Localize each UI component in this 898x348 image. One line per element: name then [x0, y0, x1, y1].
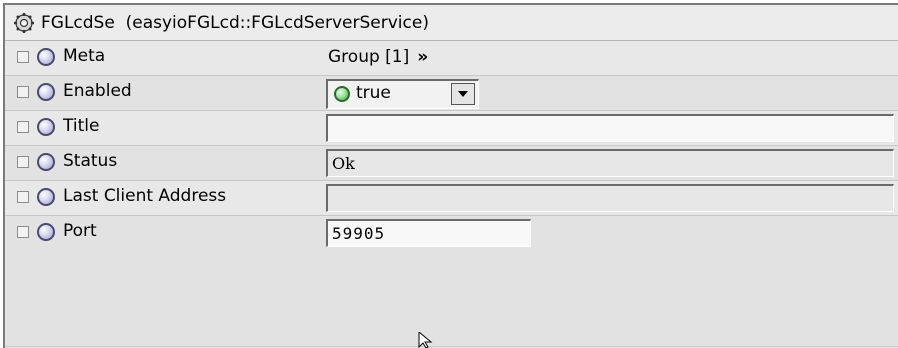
- row-select-checkbox[interactable]: [17, 51, 29, 63]
- slot-icon: [37, 48, 55, 66]
- slot-icon: [37, 83, 55, 101]
- property-row-status[interactable]: Status Ok: [5, 146, 898, 181]
- property-label: Enabled: [63, 81, 132, 101]
- mouse-cursor-icon: [418, 332, 433, 348]
- row-select-checkbox[interactable]: [17, 86, 29, 98]
- property-label: Last Client Address: [63, 186, 227, 206]
- row-select-checkbox[interactable]: [17, 156, 29, 168]
- row-select-checkbox[interactable]: [17, 226, 29, 238]
- property-row-last-client-address[interactable]: Last Client Address: [5, 181, 898, 216]
- last-client-address-field: [326, 184, 894, 212]
- property-sheet: FGLcdSe (easyioFGLcd::FGLcdServerService…: [3, 3, 898, 348]
- property-label: Title: [63, 116, 100, 136]
- slot-icon: [37, 188, 55, 206]
- property-label: Meta: [63, 46, 106, 66]
- port-input[interactable]: 59905: [326, 219, 531, 247]
- component-title: FGLcdSe (easyioFGLcd::FGLcdServerService…: [41, 12, 429, 33]
- row-select-checkbox[interactable]: [17, 121, 29, 133]
- gear-icon: [14, 12, 34, 33]
- meta-group-text: Group [1]: [328, 47, 410, 67]
- property-sheet-header: FGLcdSe (easyioFGLcd::FGLcdServerService…: [5, 5, 898, 41]
- title-input[interactable]: [326, 114, 894, 142]
- row-select-checkbox[interactable]: [17, 191, 29, 203]
- property-row-port[interactable]: Port 59905: [5, 216, 898, 347]
- slot-icon: [37, 153, 55, 171]
- meta-value: Group [1] »: [328, 47, 428, 67]
- property-row-enabled[interactable]: Enabled true: [5, 76, 898, 111]
- dropdown-arrow-icon[interactable]: [451, 83, 475, 105]
- enabled-value: true: [356, 83, 391, 103]
- status-field: Ok: [326, 149, 894, 177]
- status-led-icon: [334, 86, 350, 102]
- enabled-dropdown[interactable]: true: [326, 79, 479, 109]
- property-row-title[interactable]: Title: [5, 111, 898, 146]
- slot-icon: [37, 118, 55, 136]
- property-label: Port: [63, 221, 97, 241]
- property-row-meta[interactable]: Meta Group [1] »: [5, 41, 898, 76]
- property-label: Status: [63, 151, 118, 171]
- slot-icon: [37, 223, 55, 241]
- expand-chevron-icon[interactable]: »: [417, 47, 428, 67]
